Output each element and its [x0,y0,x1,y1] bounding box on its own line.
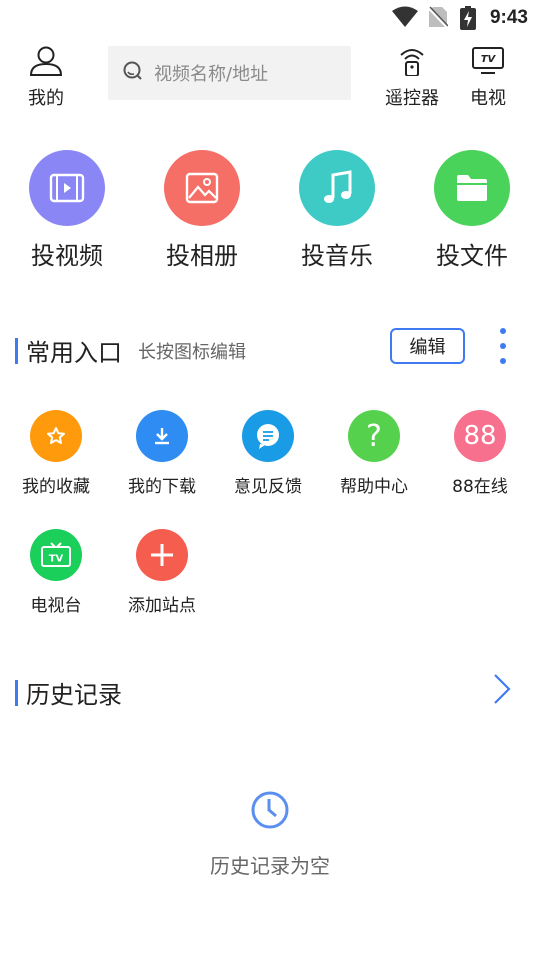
shortcut-favorites-label: 我的收藏 [22,477,90,497]
chat-icon [242,410,294,462]
favorites-header: 常用入口 长按图标编辑 [15,333,246,368]
mine-label: 我的 [28,88,64,109]
tv-button[interactable]: TV 电视 [466,46,510,110]
cast-buttons: 投视频 投相册 投音乐 投文件 [0,150,540,270]
search-icon [122,60,144,86]
status-time: 9:43 [489,7,528,28]
download-icon [136,410,188,462]
favorites-subtitle: 长按图标编辑 [138,341,246,363]
88-glyph: 88 [463,421,497,451]
cast-music-label: 投音乐 [301,242,373,270]
chevron-right-icon[interactable] [490,672,514,706]
shortcut-feedback[interactable]: 意见反馈 [215,410,321,497]
history-header[interactable]: 历史记录 [15,675,122,710]
favorites-title: 常用入口 [26,339,122,367]
shortcut-feedback-label: 意见反馈 [234,477,302,497]
tv-station-glyph: TV [49,554,64,565]
remote-button[interactable]: 遥控器 [383,46,441,110]
section-accent-bar [15,337,18,364]
tv-icon: TV [472,46,504,80]
tv-label: 电视 [470,88,506,109]
cast-photo-button[interactable]: 投相册 [147,150,257,271]
more-options-icon[interactable] [495,328,511,364]
shortcut-88[interactable]: 88 88在线 [427,410,533,497]
search-input[interactable]: 视频名称/地址 [108,46,351,100]
shortcut-downloads-label: 我的下载 [128,477,196,497]
shortcut-add-site[interactable]: 添加站点 [109,529,215,616]
plus-icon [136,529,188,581]
star-icon [30,410,82,462]
cast-photo-label: 投相册 [166,242,238,270]
shortcut-help[interactable]: ? 帮助中心 [321,410,427,497]
video-icon [29,150,105,226]
user-icon [29,46,63,80]
no-sim-icon [427,6,449,32]
mine-button[interactable]: 我的 [22,46,70,110]
88-icon: 88 [454,410,506,462]
search-placeholder: 视频名称/地址 [154,64,269,85]
tv-station-icon: TV [30,529,82,581]
shortcut-downloads[interactable]: 我的下载 [109,410,215,497]
cast-video-button[interactable]: 投视频 [12,150,122,271]
shortcut-88-label: 88在线 [452,477,508,497]
question-glyph: ? [366,418,382,454]
question-icon: ? [348,410,400,462]
shortcut-help-label: 帮助中心 [340,477,408,497]
cast-file-label: 投文件 [436,242,508,270]
status-bar: 9:43 [0,0,540,36]
cast-file-button[interactable]: 投文件 [417,150,527,271]
remote-label: 遥控器 [385,88,439,109]
music-note-icon [299,150,375,226]
tv-icon-text: TV [481,54,497,65]
history-title: 历史记录 [26,681,122,709]
shortcut-tv-station[interactable]: TV 电视台 [3,529,109,616]
clock-icon [249,789,291,835]
cast-music-button[interactable]: 投音乐 [282,150,392,271]
battery-charging-icon [460,6,476,34]
history-empty-text: 历史记录为空 [210,854,330,878]
shortcut-add-site-label: 添加站点 [128,596,196,616]
photo-icon [164,150,240,226]
remote-icon [397,46,427,80]
shortcut-favorites[interactable]: 我的收藏 [3,410,109,497]
folder-icon [434,150,510,226]
cast-video-label: 投视频 [31,242,103,270]
section-accent-bar [15,679,18,706]
wifi-icon [392,6,418,32]
edit-button[interactable]: 编辑 [390,328,465,364]
shortcut-tv-station-label: 电视台 [30,596,82,616]
